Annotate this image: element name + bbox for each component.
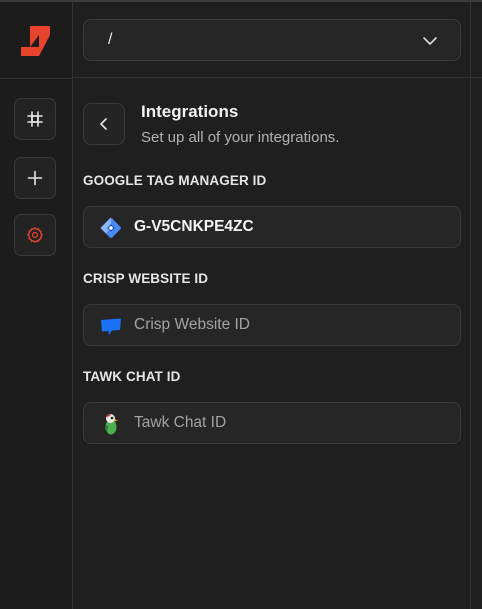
back-button[interactable] xyxy=(83,103,125,145)
header-divider xyxy=(73,77,482,78)
brand-logo[interactable] xyxy=(19,24,51,58)
tawk-label: TAWK CHAT ID xyxy=(83,369,181,384)
tawk-chat-id-input[interactable] xyxy=(134,403,454,443)
add-button[interactable] xyxy=(14,157,56,199)
crisp-website-id-input[interactable] xyxy=(134,305,454,345)
gear-icon xyxy=(27,227,43,243)
left-rail xyxy=(0,2,73,609)
page-subtitle: Set up all of your integrations. xyxy=(141,129,340,146)
tawk-icon xyxy=(98,412,124,436)
crisp-field[interactable] xyxy=(83,304,461,346)
path-select[interactable]: / xyxy=(83,19,461,61)
gtm-label: GOOGLE TAG MANAGER ID xyxy=(83,173,267,188)
chevron-left-icon xyxy=(100,118,107,130)
crisp-icon xyxy=(98,314,124,338)
crisp-label: CRISP WEBSITE ID xyxy=(83,271,209,286)
tawk-field[interactable] xyxy=(83,402,461,444)
right-border xyxy=(470,2,471,609)
grid-frame-icon xyxy=(27,111,43,127)
rail-divider xyxy=(0,78,73,79)
chevron-down-icon xyxy=(423,37,437,45)
gtm-field[interactable] xyxy=(83,206,461,248)
workspace-grid-button[interactable] xyxy=(14,98,56,140)
app-window: / Integrations Set up all of your integr… xyxy=(0,0,482,609)
settings-button[interactable] xyxy=(14,214,56,256)
page-title: Integrations xyxy=(141,102,239,121)
gtm-id-input[interactable] xyxy=(134,207,454,247)
plus-icon xyxy=(27,170,43,186)
google-tag-manager-icon xyxy=(98,216,124,240)
path-select-value: / xyxy=(108,31,113,48)
